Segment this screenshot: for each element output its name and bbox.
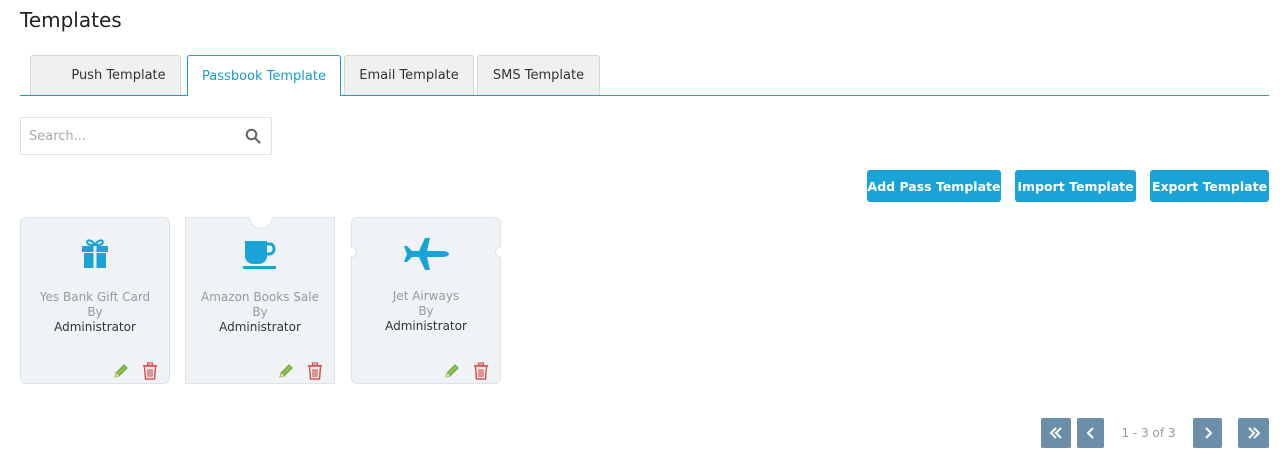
search-box (20, 117, 272, 155)
card-by-label: By (252, 305, 268, 319)
gift-icon (21, 238, 169, 270)
page-title: Templates (20, 8, 122, 32)
template-tabs: Push Template Passbook Template Email Te… (20, 55, 1269, 96)
card-author: Administrator (54, 320, 136, 334)
template-card-yes-bank[interactable]: Yes Bank Gift Card By Administrator (20, 217, 170, 384)
card-name: Amazon Books Sale (201, 290, 319, 304)
search-icon[interactable] (245, 128, 261, 144)
last-page-button[interactable] (1238, 418, 1269, 448)
tab-sms-template[interactable]: SMS Template (477, 55, 600, 95)
import-template-button[interactable]: Import Template (1015, 170, 1136, 202)
card-author: Administrator (219, 320, 301, 334)
next-page-button[interactable] (1193, 418, 1222, 448)
delete-icon[interactable] (141, 362, 159, 380)
card-name: Yes Bank Gift Card (39, 290, 151, 304)
pagination-status: 1 - 3 of 3 (1121, 426, 1176, 440)
card-by-label: By (418, 304, 434, 318)
delete-icon[interactable] (472, 362, 490, 380)
card-author: Administrator (385, 319, 467, 333)
search-input[interactable] (21, 118, 241, 154)
tab-passbook-template[interactable]: Passbook Template (187, 55, 341, 96)
double-chevron-right-icon (1247, 427, 1260, 439)
airplane-icon (352, 238, 500, 270)
first-page-button[interactable] (1041, 418, 1071, 448)
tab-email-template[interactable]: Email Template (344, 55, 474, 95)
double-chevron-left-icon (1049, 427, 1062, 439)
template-card-amazon-books[interactable]: Amazon Books Sale By Administrator (185, 217, 335, 384)
chevron-right-icon (1204, 427, 1212, 439)
tab-push-template[interactable]: Push Template (30, 55, 181, 95)
coffee-cup-icon (186, 240, 334, 270)
edit-icon[interactable] (277, 362, 295, 380)
ticket-notch (249, 217, 273, 229)
chevron-left-icon (1086, 427, 1094, 439)
card-by-label: By (87, 305, 103, 319)
export-template-button[interactable]: Export Template (1150, 170, 1269, 202)
add-pass-template-button[interactable]: Add Pass Template (867, 170, 1001, 202)
delete-icon[interactable] (306, 362, 324, 380)
card-name: Jet Airways (392, 289, 460, 303)
edit-icon[interactable] (443, 362, 461, 380)
previous-page-button[interactable] (1077, 418, 1104, 448)
template-card-jet-airways[interactable]: Jet Airways By Administrator (351, 217, 501, 384)
edit-icon[interactable] (112, 362, 130, 380)
